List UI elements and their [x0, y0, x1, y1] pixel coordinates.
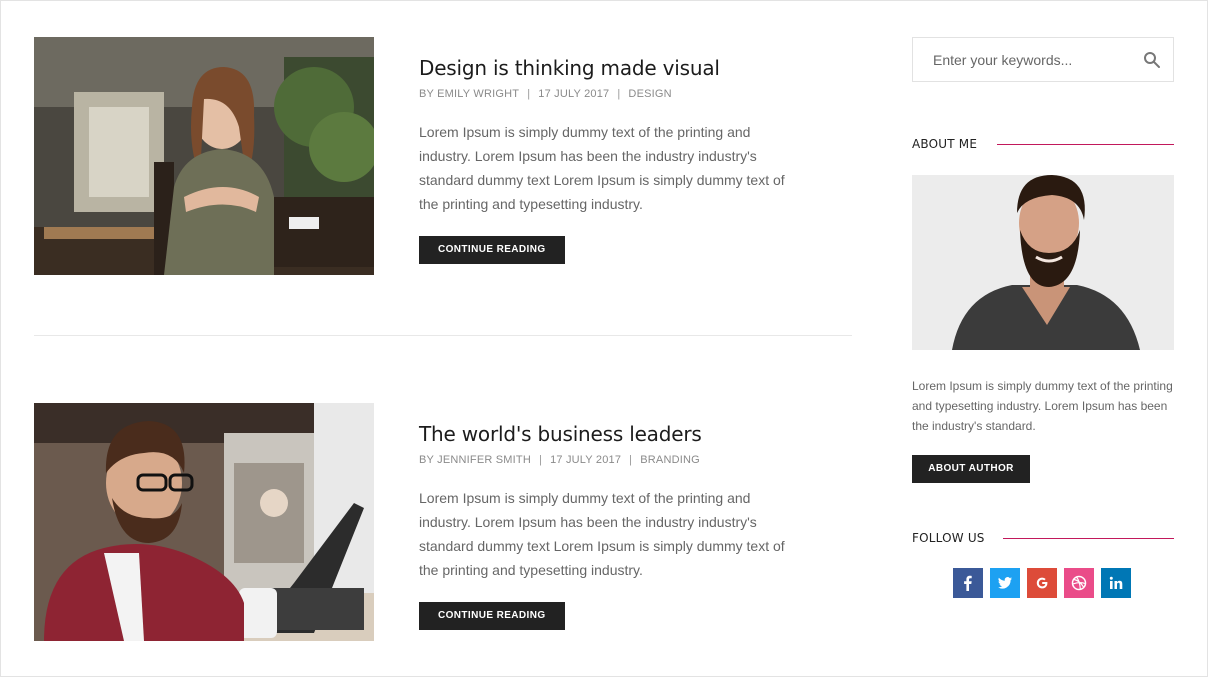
- author-photo: [912, 175, 1174, 350]
- social-links: [953, 568, 1131, 598]
- heading-accent-line: [997, 144, 1174, 145]
- post-author[interactable]: BY EMILY WRIGHT: [419, 88, 519, 100]
- meta-separator: |: [617, 88, 621, 100]
- bearded-man-photo: [912, 175, 1174, 350]
- dribbble-icon[interactable]: [1064, 568, 1094, 598]
- post-divider: [34, 335, 852, 336]
- about-author-button[interactable]: ABOUT AUTHOR: [912, 455, 1030, 483]
- post-thumbnail-image[interactable]: [34, 37, 374, 275]
- follow-us-title: FOLLOW US: [912, 530, 1005, 546]
- post-excerpt: Lorem Ipsum is simply dummy text of the …: [419, 124, 785, 212]
- search-box: [912, 37, 1174, 82]
- post-date: 17 JULY 2017: [550, 454, 622, 466]
- linkedin-icon[interactable]: [1101, 568, 1131, 598]
- about-text: Lorem Ipsum is simply dummy text of the …: [912, 379, 1173, 433]
- follow-us-heading: FOLLOW US: [912, 530, 1174, 546]
- meta-separator: |: [539, 454, 543, 466]
- about-me-title: ABOUT ME: [912, 136, 998, 152]
- post-title[interactable]: Design is thinking made visual: [419, 55, 819, 81]
- about-me-heading: ABOUT ME: [912, 136, 1174, 152]
- continue-reading-button[interactable]: CONTINUE READING: [419, 236, 565, 264]
- google-plus-icon[interactable]: [1027, 568, 1057, 598]
- search-icon[interactable]: [1143, 51, 1161, 69]
- post-category[interactable]: DESIGN: [628, 88, 671, 100]
- post-meta: BY JENNIFER SMITH | 17 JULY 2017 | BRANDING: [419, 453, 819, 467]
- post-category[interactable]: BRANDING: [640, 454, 700, 466]
- twitter-icon[interactable]: [990, 568, 1020, 598]
- post-author[interactable]: BY JENNIFER SMITH: [419, 454, 531, 466]
- post-body: Design is thinking made visual BY EMILY …: [419, 55, 819, 264]
- post-body: The world's business leaders BY JENNIFER…: [419, 421, 819, 630]
- meta-separator: |: [527, 88, 531, 100]
- post-meta: BY EMILY WRIGHT | 17 JULY 2017 | DESIGN: [419, 87, 819, 101]
- post-date: 17 JULY 2017: [538, 88, 610, 100]
- continue-reading-button[interactable]: CONTINUE READING: [419, 602, 565, 630]
- woman-in-cafe-photo: [34, 37, 374, 275]
- sidebar: ABOUT ME Lorem Ipsum is simply dummy tex…: [912, 37, 1174, 598]
- search-input[interactable]: [913, 38, 1133, 81]
- post-thumbnail-image[interactable]: [34, 403, 374, 641]
- man-with-laptop-photo: [34, 403, 374, 641]
- heading-accent-line: [1003, 538, 1174, 539]
- post-excerpt: Lorem Ipsum is simply dummy text of the …: [419, 490, 785, 578]
- meta-separator: |: [629, 454, 633, 466]
- post-title[interactable]: The world's business leaders: [419, 421, 819, 447]
- facebook-icon[interactable]: [953, 568, 983, 598]
